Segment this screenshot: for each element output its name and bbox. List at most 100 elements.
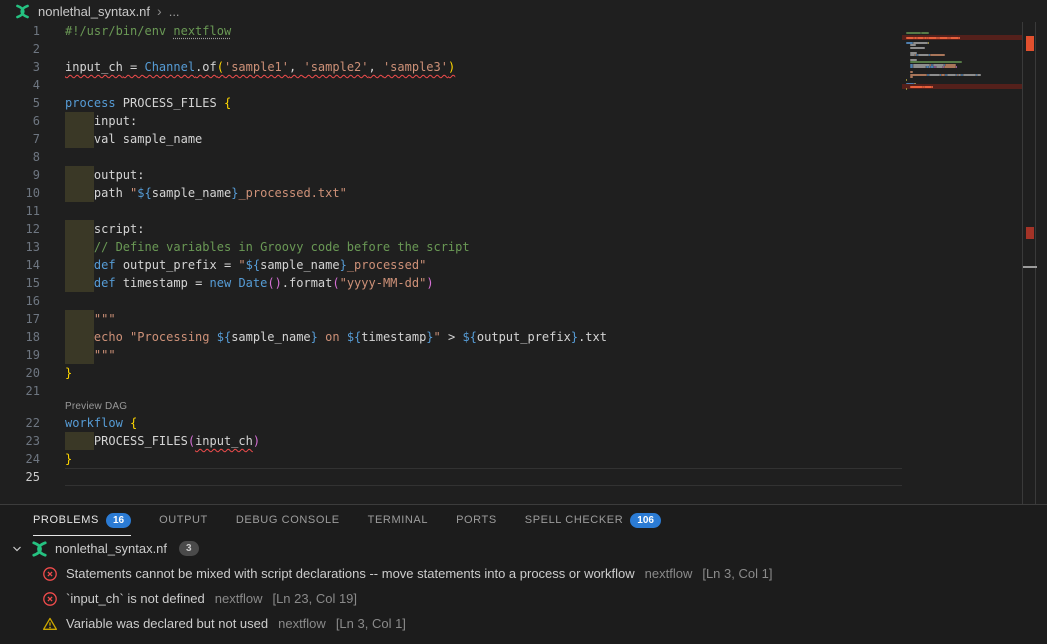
line-number[interactable]: 16 (0, 292, 40, 310)
codelens-preview-dag[interactable]: Preview DAG (0, 400, 902, 414)
line-number[interactable]: 22 (0, 414, 40, 432)
minimap-code-segment (924, 86, 932, 88)
overview-error-marker (1026, 227, 1034, 239)
problems-file-group[interactable]: nonlethal_syntax.nf 3 (0, 536, 1047, 561)
code-token: // Define variables in Groovy code befor… (94, 240, 470, 254)
code-line[interactable]: 25 (0, 468, 902, 486)
code-line[interactable]: 6 input: (0, 112, 902, 130)
problem-row[interactable]: `input_ch` is not definednextflow[Ln 23,… (0, 586, 1047, 611)
line-number[interactable]: 19 (0, 346, 40, 364)
line-number[interactable]: 11 (0, 202, 40, 220)
line-number[interactable]: 18 (0, 328, 40, 346)
line-number[interactable]: 25 (0, 468, 40, 486)
code-line[interactable]: 18 echo "Processing ${sample_name} on ${… (0, 328, 902, 346)
breadcrumb-ellipsis[interactable]: ... (169, 4, 180, 19)
problem-row[interactable]: Statements cannot be mixed with script d… (0, 561, 1047, 586)
panel-tab-bar: PROBLEMS16 OUTPUT DEBUG CONSOLE TERMINAL POR… (0, 505, 1047, 536)
breadcrumb-filename[interactable]: nonlethal_syntax.nf (38, 4, 150, 19)
overview-ruler-scrollbar[interactable] (1022, 22, 1036, 504)
line-number[interactable]: 12 (0, 220, 40, 238)
minimap-code-segment (906, 37, 914, 39)
code-text: def output_prefix = "${sample_name}_proc… (65, 256, 902, 274)
code-token: output_prefix (477, 330, 571, 344)
code-line[interactable]: 2 (0, 40, 902, 58)
code-text (65, 202, 902, 220)
code-token: 'sample2' (303, 60, 368, 74)
line-number[interactable]: 21 (0, 382, 40, 400)
minimap-code-segment (917, 37, 924, 39)
code-token: on (318, 330, 347, 344)
code-line[interactable]: 13 // Define variables in Groovy code be… (0, 238, 902, 256)
line-number[interactable]: 13 (0, 238, 40, 256)
code-line[interactable]: 17 """ (0, 310, 902, 328)
minimap-code-segment (906, 79, 907, 81)
code-token: ${ (246, 258, 260, 272)
line-number[interactable]: 15 (0, 274, 40, 292)
problem-source: nextflow (215, 591, 263, 606)
panel-tab-problems[interactable]: PROBLEMS16 (33, 505, 131, 536)
code-line[interactable]: 23 PROCESS_FILES(input_ch) (0, 432, 902, 450)
line-number[interactable]: 4 (0, 76, 40, 94)
code-line[interactable]: 8 (0, 148, 902, 166)
code-line[interactable]: 12 script: (0, 220, 902, 238)
nextflow-file-icon (30, 541, 49, 557)
line-number[interactable]: 7 (0, 130, 40, 148)
code-token: ) (426, 276, 433, 290)
panel-tab-output[interactable]: OUTPUT (159, 505, 208, 536)
code-line[interactable]: 10 path "${sample_name}_processed.txt" (0, 184, 902, 202)
code-line[interactable]: 24} (0, 450, 902, 468)
line-number[interactable]: 10 (0, 184, 40, 202)
code-token: 'sample1' (224, 60, 289, 74)
code-line[interactable]: 21 (0, 382, 902, 400)
code-line[interactable]: 4 (0, 76, 902, 94)
line-number[interactable]: 24 (0, 450, 40, 468)
code-line[interactable]: 11 (0, 202, 902, 220)
tab-label: TERMINAL (368, 514, 428, 526)
code-token: ( (188, 434, 195, 448)
panel-tab-terminal[interactable]: TERMINAL (368, 505, 428, 536)
panel-tab-spell-checker[interactable]: SPELL CHECKER106 (525, 505, 661, 536)
code-token: path (94, 186, 130, 200)
code-line[interactable]: 14 def output_prefix = "${sample_name}_p… (0, 256, 902, 274)
line-number[interactable]: 17 (0, 310, 40, 328)
code-line[interactable]: 15 def timestamp = new Date().format("yy… (0, 274, 902, 292)
code-editor[interactable]: 1#!/usr/bin/env nextflow23input_ch = Cha… (0, 22, 1047, 504)
line-number[interactable]: 8 (0, 148, 40, 166)
panel-tab-ports[interactable]: PORTS (456, 505, 497, 536)
code-token: } (571, 330, 578, 344)
line-number[interactable]: 23 (0, 432, 40, 450)
minimap-code-segment (910, 71, 913, 73)
chevron-down-icon[interactable] (10, 542, 24, 556)
minimap-code-segment (918, 54, 929, 56)
code-text: process PROCESS_FILES { (65, 94, 902, 112)
code-token: { (224, 96, 231, 110)
code-line[interactable]: 22workflow { (0, 414, 902, 432)
minimap-code-segment (936, 66, 943, 68)
code-text: } (65, 364, 902, 382)
line-number[interactable]: 2 (0, 40, 40, 58)
code-text: path "${sample_name}_processed.txt" (65, 184, 902, 202)
code-line[interactable]: 9 output: (0, 166, 902, 184)
problem-location: [Ln 23, Col 19] (272, 591, 357, 606)
code-token: val sample_name (94, 132, 202, 146)
minimap[interactable] (902, 22, 1022, 504)
line-number[interactable]: 3 (0, 58, 40, 76)
line-number[interactable]: 5 (0, 94, 40, 112)
code-line[interactable]: 19 """ (0, 346, 902, 364)
problem-message: Statements cannot be mixed with script d… (66, 566, 635, 581)
code-line[interactable]: 16 (0, 292, 902, 310)
line-number[interactable]: 1 (0, 22, 40, 40)
code-line[interactable]: 20} (0, 364, 902, 382)
code-token: echo "Processing (94, 330, 217, 344)
code-line[interactable]: 5 process PROCESS_FILES { (0, 94, 902, 112)
code-token: sample_name (231, 330, 310, 344)
problem-row[interactable]: Variable was declared but not usednextfl… (0, 611, 1047, 636)
line-number[interactable]: 14 (0, 256, 40, 274)
line-number[interactable]: 20 (0, 364, 40, 382)
code-line[interactable]: 3input_ch = Channel.of('sample1', 'sampl… (0, 58, 902, 76)
line-number[interactable]: 9 (0, 166, 40, 184)
panel-tab-debug-console[interactable]: DEBUG CONSOLE (236, 505, 340, 536)
code-line[interactable]: 1#!/usr/bin/env nextflow (0, 22, 902, 40)
line-number[interactable]: 6 (0, 112, 40, 130)
code-line[interactable]: 7 val sample_name (0, 130, 902, 148)
